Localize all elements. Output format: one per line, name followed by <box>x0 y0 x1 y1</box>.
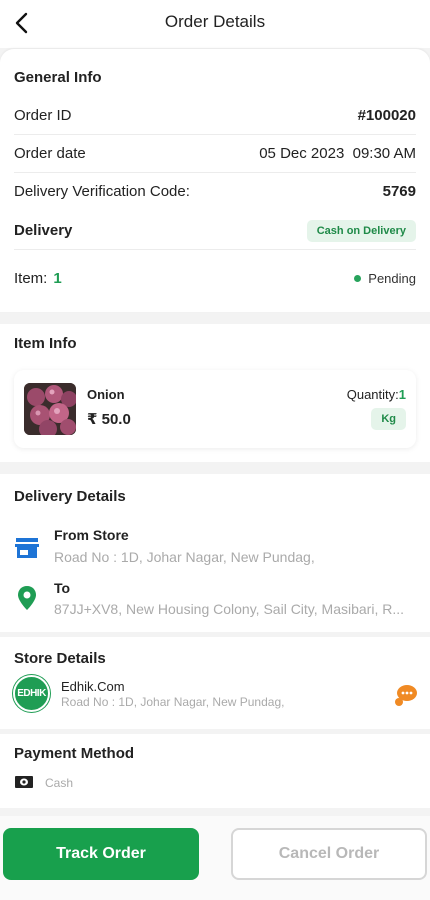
status-text: Pending <box>368 270 416 286</box>
item-name: Onion <box>87 387 125 402</box>
item-quantity: Quantity:1 <box>347 387 406 402</box>
from-store-label: From Store <box>54 527 129 543</box>
store-logo: EDHIK <box>13 675 50 712</box>
delivery-row: Delivery Cash on Delivery <box>14 212 416 250</box>
store-address: Road No : 1D, Johar Nagar, New Pundag, <box>61 695 285 709</box>
item-label: Item: <box>14 269 48 287</box>
item-row[interactable]: Onion ₹ 50.0 Quantity:1 Kg <box>14 370 416 448</box>
order-id-label: Order ID <box>14 107 72 124</box>
payment-method-card: Payment Method <box>0 734 430 808</box>
order-id-value: #100020 <box>357 107 416 124</box>
verification-label: Delivery Verification Code: <box>14 182 190 200</box>
order-date-value: 05 Dec 2023 09:30 AM <box>259 145 416 162</box>
delivery-details-card: Delivery Details From Store Road No : 1D… <box>0 474 430 632</box>
to-address: 87JJ+XV8, New Housing Colony, Sail City,… <box>54 601 405 617</box>
onion-image <box>24 383 76 435</box>
app-header: Order Details <box>0 0 430 48</box>
item-info-title: Item Info <box>14 335 77 352</box>
item-status-row: Item: 1 Pending <box>14 259 416 297</box>
quantity-label: Quantity: <box>346 387 399 402</box>
payment-method-value: Cash <box>45 776 74 790</box>
cash-icon <box>15 776 33 788</box>
status-badge: Pending <box>354 271 416 286</box>
store-name: Edhik.Com <box>61 679 125 694</box>
order-date-label: Order date <box>14 145 86 162</box>
track-order-button[interactable]: Track Order <box>3 828 199 880</box>
item-price: ₹ 50.0 <box>87 411 131 428</box>
verification-row: Delivery Verification Code: 5769 <box>14 172 416 210</box>
verification-code: 5769 <box>382 182 416 200</box>
cancel-order-button[interactable]: Cancel Order <box>231 828 427 880</box>
order-id-row: Order ID #100020 <box>14 97 416 135</box>
item-count-group: Item: 1 <box>14 270 62 287</box>
item-count: 1 <box>53 269 62 287</box>
to-label: To <box>54 580 71 596</box>
unit-badge: Kg <box>371 408 406 430</box>
chat-icon[interactable] <box>394 684 418 706</box>
order-date-row: Order date 05 Dec 2023 09:30 AM <box>14 135 416 173</box>
delivery-details-title: Delivery Details <box>14 488 126 505</box>
general-info-card: General Info Order ID #100020 Order date… <box>0 49 430 312</box>
payment-type-badge: Cash on Delivery <box>306 219 416 242</box>
item-info-card: Item Info Onion ₹ 50.0 Quantity:1 Kg <box>0 324 430 462</box>
status-dot-icon <box>354 274 362 282</box>
store-icon <box>15 538 39 558</box>
delivery-label: Delivery <box>14 222 73 239</box>
general-info-title: General Info <box>14 69 102 86</box>
quantity-value: 1 <box>398 387 406 402</box>
page-title: Order Details <box>164 12 266 31</box>
payment-method-title: Payment Method <box>14 745 135 762</box>
from-store-address: Road No : 1D, Johar Nagar, New Pundag, <box>54 549 315 565</box>
location-pin-icon <box>18 586 36 610</box>
store-details-title: Store Details <box>14 650 106 667</box>
